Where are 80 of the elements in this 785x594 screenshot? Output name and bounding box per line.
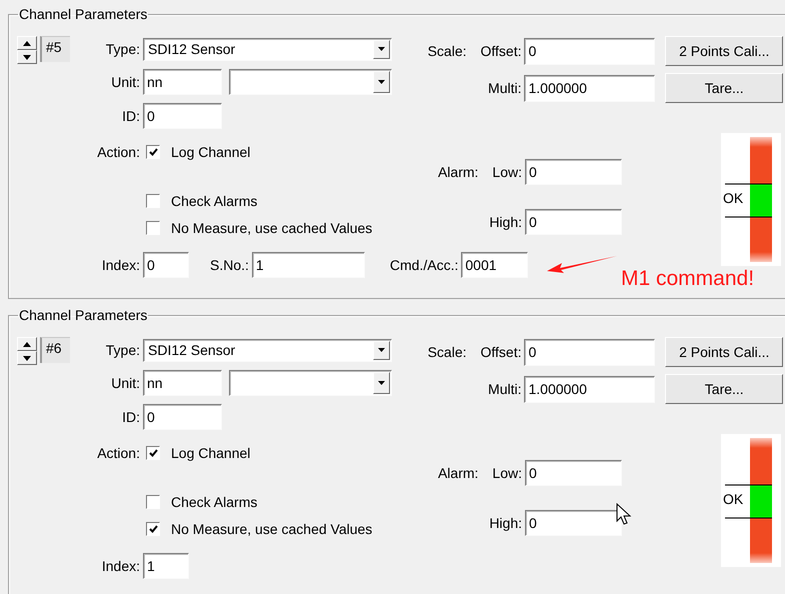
indicator-label: OK	[723, 190, 744, 206]
scale-label: Scale:	[428, 43, 466, 59]
checkbox-label[interactable]: Log Channel	[171, 445, 250, 461]
unit-label: Unit:	[110, 74, 140, 90]
type-label: Type:	[104, 342, 140, 358]
down-arrow-icon	[23, 54, 31, 60]
high-field[interactable]: 0	[525, 510, 622, 536]
low-label: Low:	[492, 465, 522, 481]
type-dropdown[interactable]: SDI12 Sensor	[143, 38, 392, 60]
spin-up-button[interactable]	[17, 36, 37, 50]
index-field[interactable]: 1	[143, 553, 189, 579]
action-label: Action:	[96, 144, 140, 160]
alarm-label: Alarm:	[438, 465, 478, 481]
low-field[interactable]: 0	[525, 159, 622, 185]
indicator-label: OK	[723, 491, 744, 507]
checkbox[interactable]	[146, 495, 160, 509]
action-label: Action:	[96, 445, 140, 461]
offset-field[interactable]: 0	[524, 338, 656, 366]
dropdown-arrow-icon	[378, 47, 385, 51]
checkbox-label[interactable]: No Measure, use cached Values	[171, 220, 372, 236]
checkbox[interactable]	[146, 522, 160, 536]
calibration-button[interactable]: 2 Points Cali...	[665, 36, 783, 66]
unit-label: Unit:	[110, 375, 140, 391]
id-label: ID:	[121, 108, 140, 124]
calibration-button[interactable]: 2 Points Cali...	[665, 337, 783, 367]
annotation-text: M1 command!	[621, 267, 754, 291]
up-arrow-icon	[23, 342, 31, 346]
alarm-label: Alarm:	[438, 164, 478, 180]
unit-field[interactable]: nn	[143, 69, 222, 95]
command-field[interactable]: 0001	[461, 252, 528, 278]
group-title: Channel Parameters	[18, 307, 148, 323]
low-label: Low:	[492, 164, 522, 180]
cursor-icon	[616, 503, 632, 527]
unit-dropdown[interactable]	[229, 370, 392, 396]
spin-up-button[interactable]	[17, 337, 37, 351]
checkbox[interactable]	[146, 446, 160, 460]
checkbox[interactable]	[146, 145, 160, 159]
index-label: Index:	[100, 257, 140, 273]
index-field[interactable]: 0	[143, 252, 189, 278]
high-label: High:	[489, 214, 522, 230]
spin-down-button[interactable]	[17, 351, 37, 365]
serial-number-field[interactable]: 1	[252, 252, 365, 278]
multi-field[interactable]: 1.000000	[524, 74, 656, 102]
checkbox-label[interactable]: Check Alarms	[171, 193, 258, 209]
id-field[interactable]: 0	[143, 404, 222, 430]
spin-down-button[interactable]	[17, 50, 37, 64]
id-field[interactable]: 0	[143, 103, 222, 129]
high-field[interactable]: 0	[525, 209, 622, 235]
unit-field[interactable]: nn	[143, 370, 222, 396]
high-label: High:	[489, 515, 522, 531]
low-field[interactable]: 0	[525, 460, 622, 486]
channel-number: #6	[40, 337, 70, 363]
checkbox-label[interactable]: Log Channel	[171, 144, 250, 160]
scale-label: Scale:	[428, 344, 466, 360]
unit-dropdown[interactable]	[229, 69, 392, 95]
id-label: ID:	[121, 409, 140, 425]
dropdown-arrow-icon	[378, 80, 385, 84]
multi-field[interactable]: 1.000000	[524, 376, 656, 402]
checkbox-label[interactable]: No Measure, use cached Values	[171, 521, 372, 537]
checkbox[interactable]	[146, 221, 160, 235]
up-arrow-icon	[23, 40, 31, 46]
serial-number-label: S.No.:	[210, 257, 249, 273]
multi-label: Multi:	[488, 80, 522, 96]
group-title: Channel Parameters	[18, 6, 148, 22]
type-dropdown[interactable]: SDI12 Sensor	[143, 338, 392, 362]
index-label: Index:	[100, 558, 140, 574]
tare-button[interactable]: Tare...	[665, 374, 783, 404]
offset-label: Offset:	[480, 43, 522, 59]
dropdown-arrow-icon	[378, 348, 385, 352]
offset-field[interactable]: 0	[524, 38, 656, 64]
multi-label: Multi:	[488, 381, 522, 397]
channel-number: #5	[40, 36, 70, 62]
type-label: Type:	[104, 41, 140, 57]
command-label: Cmd./Acc.:	[390, 257, 458, 273]
checkbox-label[interactable]: Check Alarms	[171, 494, 258, 510]
down-arrow-icon	[23, 356, 31, 360]
checkbox[interactable]	[146, 194, 160, 208]
dropdown-arrow-icon	[378, 381, 385, 385]
tare-button[interactable]: Tare...	[665, 73, 783, 103]
offset-label: Offset:	[480, 344, 522, 360]
